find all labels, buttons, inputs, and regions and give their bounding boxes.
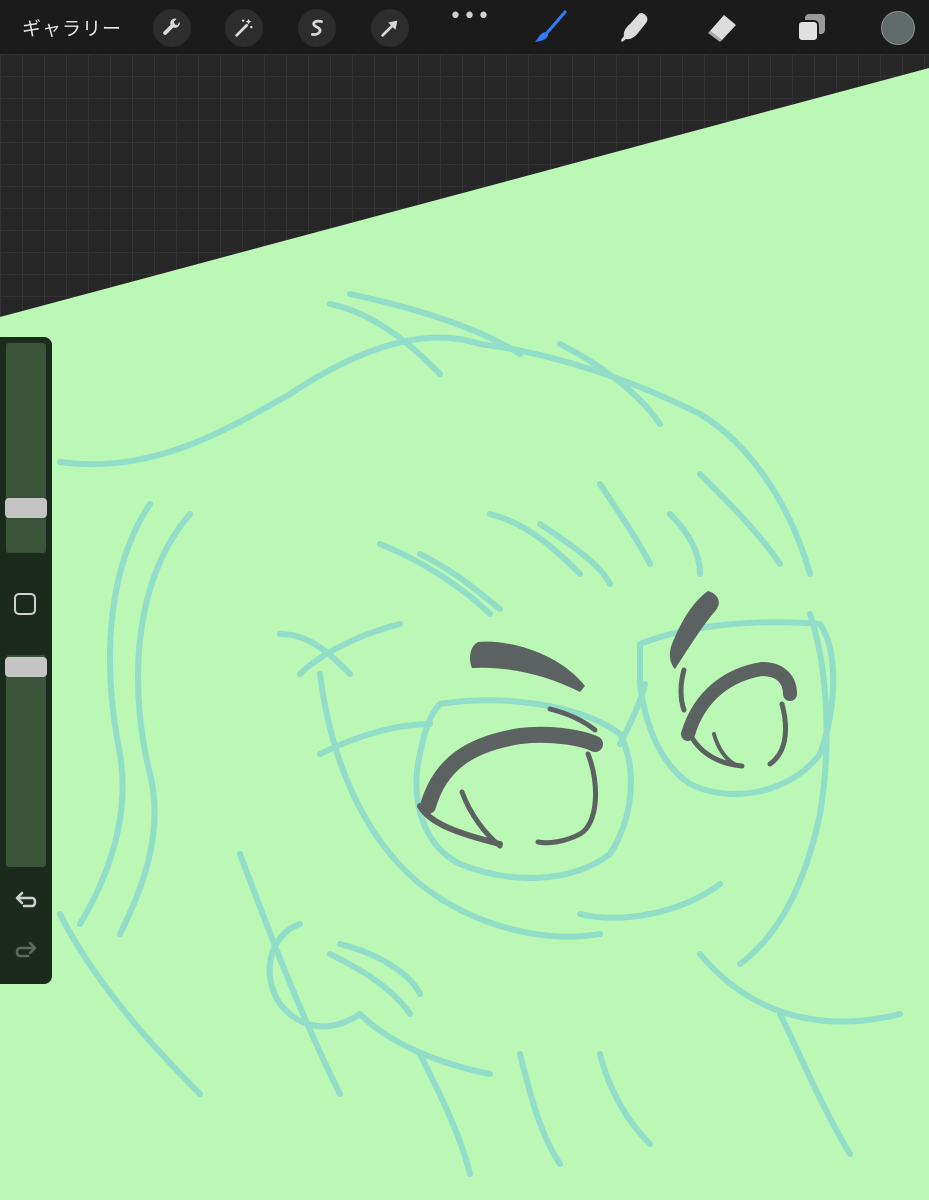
transform-button[interactable] <box>371 9 409 47</box>
actions-button[interactable] <box>153 9 191 47</box>
eraser-icon <box>708 15 736 42</box>
opacity-thumb[interactable] <box>5 657 47 677</box>
brush-tool-button[interactable] <box>532 10 568 46</box>
modify-button[interactable] <box>14 593 36 615</box>
eraser-tool-button[interactable] <box>704 10 740 46</box>
arrow-cursor-icon <box>381 20 398 37</box>
brush-size-slider[interactable] <box>5 343 47 553</box>
magic-wand-icon <box>235 18 253 37</box>
layers-icon <box>797 14 825 42</box>
selection-s-icon <box>311 19 323 36</box>
opacity-slider[interactable] <box>5 655 47 867</box>
adjustments-button[interactable] <box>225 9 263 47</box>
artwork <box>0 68 929 1200</box>
wrench-icon <box>163 18 180 35</box>
top-toolbar: ギャラリー ••• <box>0 0 929 54</box>
redo-arrow-icon[interactable] <box>12 937 40 965</box>
smudge-finger-icon <box>621 13 648 42</box>
smudge-tool-button[interactable] <box>617 10 653 46</box>
brush-size-thumb[interactable] <box>5 498 47 518</box>
side-controls <box>0 337 52 984</box>
undo-arrow-icon[interactable] <box>12 887 40 915</box>
brush-icon <box>535 10 567 42</box>
layers-button[interactable] <box>793 10 829 46</box>
drawing-canvas[interactable] <box>0 54 929 1200</box>
color-picker-button[interactable] <box>881 11 915 45</box>
gallery-button[interactable]: ギャラリー <box>22 14 122 41</box>
more-options-button[interactable]: ••• <box>449 4 491 29</box>
selection-button[interactable] <box>298 9 336 47</box>
